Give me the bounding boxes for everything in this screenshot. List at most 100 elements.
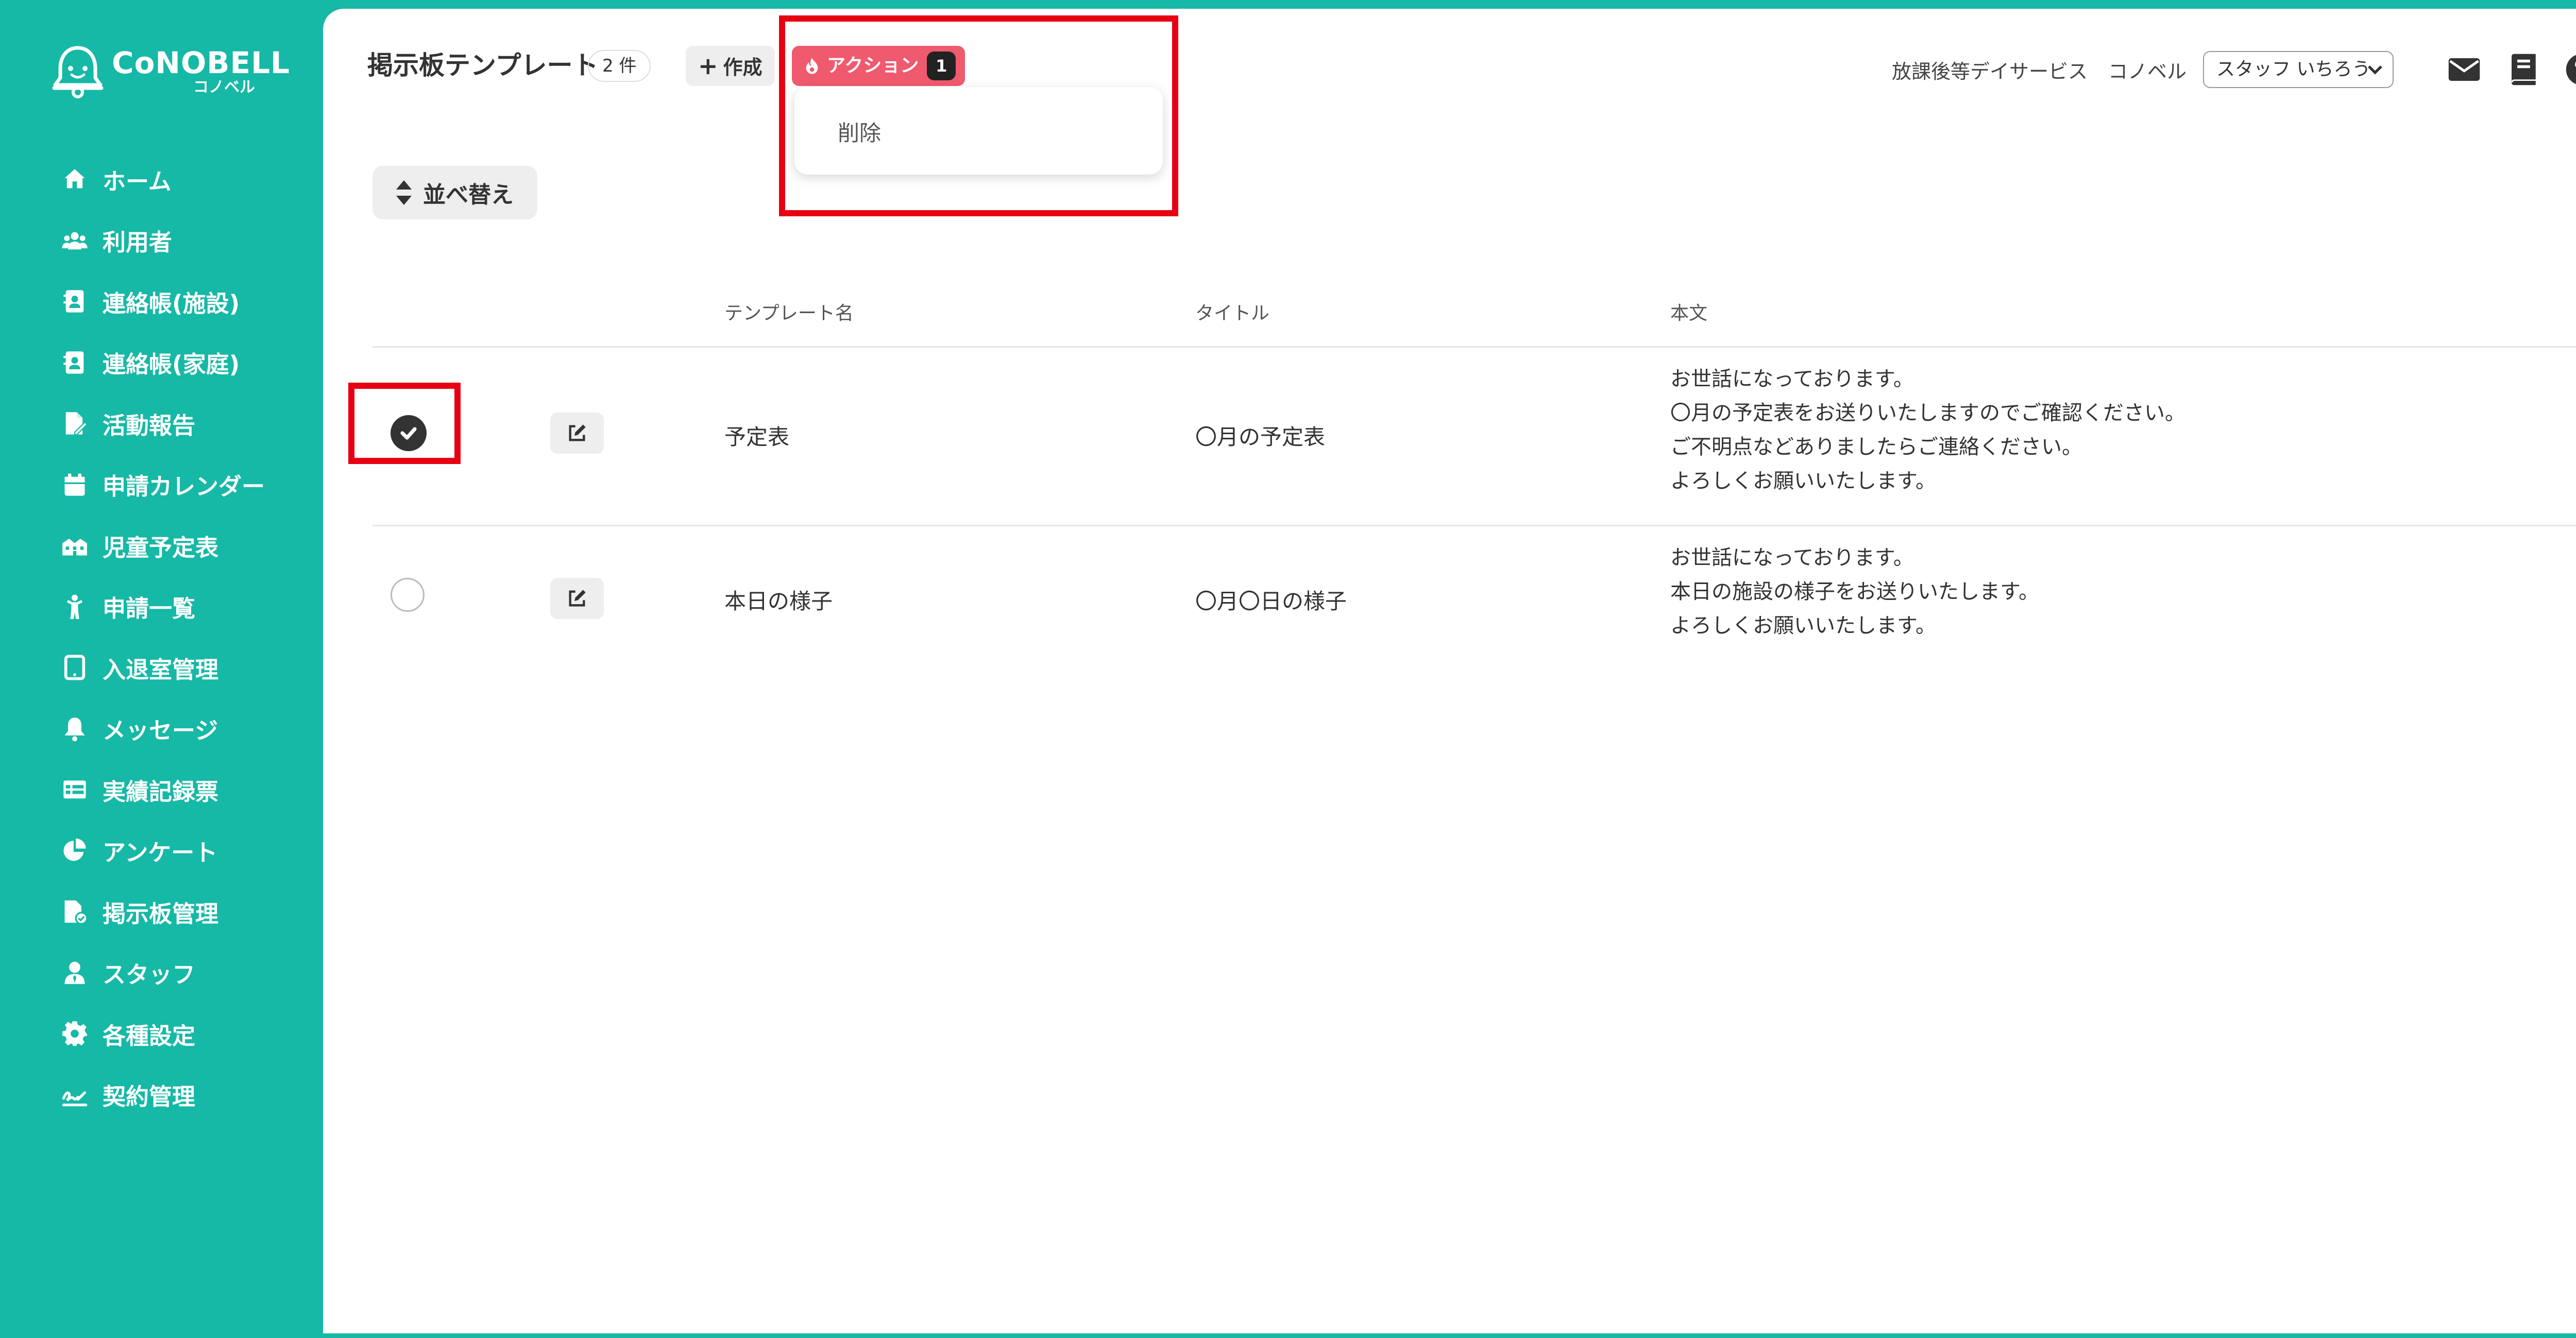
sidebar-item-label: 活動報告 bbox=[103, 411, 196, 439]
sidebar-item-survey[interactable]: アンケート bbox=[61, 820, 265, 882]
app-frame: CoNOBELL コノベル ホーム 利用者 連絡帳(施設) 連絡帳(家庭) 活動… bbox=[0, 0, 2576, 1338]
row-body-line: 〇月の予定表をお送りいたしますのでご確認ください。 bbox=[1670, 401, 2185, 425]
count-badge: 2 件 bbox=[588, 50, 651, 82]
sidebar-item-label: 連絡帳(家庭) bbox=[103, 351, 240, 379]
row-body-line: よろしくお願いいたします。 bbox=[1670, 614, 1936, 638]
bell-logo-icon bbox=[52, 46, 104, 98]
contact-book-icon bbox=[63, 351, 84, 374]
row-template-name: 予定表 bbox=[724, 424, 790, 450]
edit-icon bbox=[569, 590, 586, 607]
sidebar-item-request-calendar[interactable]: 申請カレンダー bbox=[61, 454, 265, 516]
home-icon bbox=[64, 169, 85, 188]
row-template-name: 本日の様子 bbox=[724, 589, 833, 614]
table-row[interactable]: 予定表 〇月の予定表 お世話になっております。 〇月の予定表をお送りいたしますの… bbox=[372, 348, 2576, 526]
table-icon bbox=[63, 780, 86, 799]
sidebar-item-label: アンケート bbox=[103, 839, 218, 867]
sort-button[interactable]: 並べ替え bbox=[372, 166, 537, 219]
sidebar-item-label: 申請一覧 bbox=[103, 595, 196, 623]
tablet-icon bbox=[64, 655, 86, 680]
edit-button[interactable] bbox=[550, 578, 604, 619]
sidebar-item-board-management[interactable]: 掲示板管理 bbox=[61, 881, 265, 942]
main-panel: 掲示板テンプレート 2 件 + 作成 アクション 1 削除 並べ替え 放課後等デイ… bbox=[323, 9, 2576, 1333]
company-name: コノベル bbox=[2108, 60, 2187, 83]
board-icon bbox=[64, 900, 88, 925]
bell-icon bbox=[64, 717, 85, 742]
book-icon[interactable] bbox=[2506, 53, 2540, 87]
pie-chart-icon bbox=[63, 838, 86, 861]
row-body: お世話になっております。 〇月の予定表をお送りいたしますのでご確認ください。 ご… bbox=[1670, 362, 2185, 498]
staff-select-value: スタッフ いちろう bbox=[2216, 59, 2371, 80]
sidebar-item-contact-book-home[interactable]: 連絡帳(家庭) bbox=[61, 332, 265, 393]
sidebar-item-label: 掲示板管理 bbox=[103, 900, 219, 928]
highlight-box-checkbox bbox=[348, 383, 461, 464]
highlight-box-action bbox=[779, 15, 1178, 216]
sidebar-item-label: 連絡帳(施設) bbox=[103, 289, 240, 317]
sidebar-item-users[interactable]: 利用者 bbox=[61, 210, 265, 271]
sidebar-item-child-schedule[interactable]: 児童予定表 bbox=[61, 515, 265, 576]
sidebar-item-entry-exit[interactable]: 入退室管理 bbox=[61, 637, 265, 698]
report-icon bbox=[65, 412, 88, 435]
contract-icon bbox=[62, 1091, 88, 1106]
schedule-icon bbox=[62, 539, 87, 556]
sidebar: CoNOBELL コノベル ホーム 利用者 連絡帳(施設) 連絡帳(家庭) 活動… bbox=[4, 4, 323, 1338]
logo[interactable]: CoNOBELL コノベル bbox=[51, 41, 298, 102]
facility-name: 放課後等デイサービス bbox=[1891, 60, 2088, 83]
sidebar-item-label: 契約管理 bbox=[103, 1083, 196, 1111]
row-body: お世話になっております。 本日の施設の様子をお送りいたします。 よろしくお願いい… bbox=[1670, 541, 2039, 643]
sidebar-item-home[interactable]: ホーム bbox=[61, 149, 265, 210]
mail-icon[interactable] bbox=[2447, 53, 2481, 87]
row-body-line: お世話になっております。 bbox=[1670, 367, 1914, 391]
sidebar-item-message[interactable]: メッセージ bbox=[61, 698, 265, 760]
contact-book-icon bbox=[63, 290, 84, 313]
staff-icon bbox=[64, 962, 85, 984]
table-row[interactable]: 本日の様子 〇月〇日の様子 お世話になっております。 本日の施設の様子をお送りい… bbox=[372, 526, 2576, 681]
sidebar-nav: ホーム 利用者 連絡帳(施設) 連絡帳(家庭) 活動報告 申請カレンダー 児童予… bbox=[61, 149, 265, 1125]
column-header-body: 本文 bbox=[1670, 303, 1708, 324]
edit-button[interactable] bbox=[550, 413, 604, 454]
brand-sub: コノベル bbox=[193, 78, 255, 96]
sort-icon bbox=[396, 180, 412, 205]
sidebar-item-label: 児童予定表 bbox=[103, 534, 219, 561]
gear-icon bbox=[62, 1021, 87, 1047]
sidebar-item-label: 入退室管理 bbox=[103, 656, 219, 683]
sidebar-item-label: 各種設定 bbox=[103, 1022, 196, 1050]
row-body-line: 本日の施設の様子をお送りいたします。 bbox=[1670, 580, 2039, 604]
child-icon bbox=[66, 594, 83, 619]
brand-name: CoNOBELL bbox=[112, 45, 291, 80]
chevron-down-icon bbox=[2368, 65, 2382, 75]
sidebar-item-staff[interactable]: スタッフ bbox=[61, 942, 265, 1004]
row-body-line: ご不明点などありましたらご連絡ください。 bbox=[1670, 435, 2082, 459]
sidebar-item-label: 実績記録票 bbox=[103, 778, 219, 805]
table-header: テンプレート名 タイトル 本文 bbox=[372, 287, 2576, 348]
row-title: 〇月〇日の様子 bbox=[1195, 589, 1347, 614]
page-title: 掲示板テンプレート bbox=[367, 50, 599, 80]
header-right: 放課後等デイサービス コノベル スタッフ いちろう bbox=[1892, 49, 2576, 90]
sidebar-item-activity-report[interactable]: 活動報告 bbox=[61, 393, 265, 454]
sidebar-item-label: 利用者 bbox=[103, 229, 173, 256]
plus-icon: + bbox=[698, 52, 718, 80]
help-icon[interactable] bbox=[2565, 53, 2576, 87]
edit-icon bbox=[569, 424, 586, 441]
sidebar-item-label: 申請カレンダー bbox=[103, 473, 265, 501]
sort-label: 並べ替え bbox=[423, 182, 514, 208]
sidebar-item-label: メッセージ bbox=[103, 717, 218, 745]
sidebar-item-contract[interactable]: 契約管理 bbox=[61, 1065, 265, 1126]
column-header-template-name: テンプレート名 bbox=[724, 303, 854, 324]
template-table: テンプレート名 タイトル 本文 予定表 〇月の予定表 お世話になっております。 … bbox=[372, 287, 2576, 681]
create-label: 作成 bbox=[723, 56, 762, 79]
row-title: 〇月の予定表 bbox=[1195, 424, 1326, 450]
row-checkbox-unchecked[interactable] bbox=[391, 578, 425, 612]
sidebar-item-request-list[interactable]: 申請一覧 bbox=[61, 576, 265, 638]
sidebar-item-contact-book-facility[interactable]: 連絡帳(施設) bbox=[61, 271, 265, 332]
row-body-line: お世話になっております。 bbox=[1670, 546, 1914, 570]
sidebar-item-settings[interactable]: 各種設定 bbox=[61, 1003, 265, 1065]
sidebar-item-performance-record[interactable]: 実績記録票 bbox=[61, 759, 265, 820]
staff-select[interactable]: スタッフ いちろう bbox=[2203, 51, 2394, 88]
column-header-title: タイトル bbox=[1195, 303, 1270, 324]
row-body-line: よろしくお願いいたします。 bbox=[1670, 469, 1936, 493]
sidebar-item-label: スタッフ bbox=[103, 961, 196, 989]
create-button[interactable]: + 作成 bbox=[686, 46, 775, 86]
calendar-icon bbox=[64, 473, 85, 496]
sidebar-item-label: ホーム bbox=[103, 167, 172, 195]
users-icon bbox=[62, 232, 88, 250]
